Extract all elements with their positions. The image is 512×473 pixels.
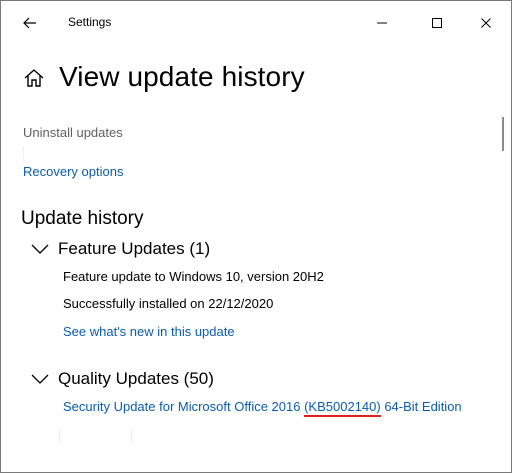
back-button[interactable]	[15, 9, 45, 37]
divider	[23, 146, 84, 162]
divider	[59, 429, 140, 443]
back-arrow-icon	[23, 17, 36, 29]
maximize-icon	[432, 18, 442, 28]
scrollbar-thumb[interactable]	[502, 117, 504, 151]
update-suffix: 64-Bit Edition	[380, 399, 462, 414]
whats-new-link[interactable]: See what's new in this update	[63, 324, 235, 339]
feature-update-status: Successfully installed on 22/12/2020	[63, 296, 274, 311]
close-icon	[481, 18, 491, 28]
recovery-options-link[interactable]: Recovery options	[23, 164, 123, 179]
divider	[131, 429, 132, 443]
title-bar: Settings	[1, 1, 511, 45]
minimize-button[interactable]	[359, 5, 405, 41]
minimize-icon	[377, 22, 387, 24]
kb-text: (KB5002140)	[304, 399, 381, 414]
app-title: Settings	[68, 15, 112, 29]
office-security-update-link[interactable]: Security Update for Microsoft Office 201…	[63, 399, 462, 417]
feature-updates-header[interactable]: Feature Updates (1)	[31, 237, 210, 261]
chevron-down-icon	[31, 374, 49, 384]
page-title: View update history	[59, 61, 305, 92]
feature-update-name: Feature update to Windows 10, version 20…	[63, 269, 324, 284]
update-prefix: Security Update for Microsoft Office 201…	[63, 399, 305, 414]
kb-number: (KB5002140)	[304, 399, 381, 417]
kb-highlight-underline	[304, 415, 381, 417]
settings-window: Settings View update history Uninstall u…	[0, 0, 512, 473]
uninstall-updates-link[interactable]: Uninstall updates	[23, 125, 123, 140]
feature-updates-label: Feature Updates (1)	[58, 239, 211, 258]
update-history-heading: Update history	[21, 208, 144, 229]
home-icon[interactable]	[23, 67, 45, 89]
maximize-button[interactable]	[414, 5, 460, 41]
chevron-down-icon	[31, 244, 49, 254]
quality-updates-header[interactable]: Quality Updates (50)	[31, 367, 214, 391]
close-button[interactable]	[463, 5, 509, 41]
quality-updates-label: Quality Updates (50)	[58, 369, 214, 388]
